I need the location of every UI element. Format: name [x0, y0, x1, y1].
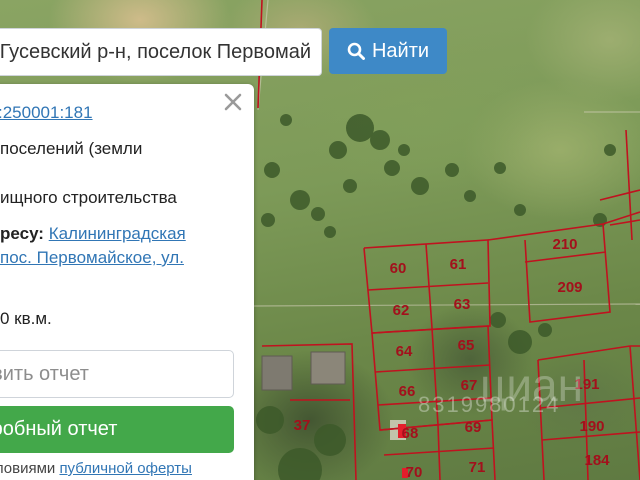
address-line-1: ресу: Калининградская	[0, 223, 186, 245]
plot-number-209: 209	[557, 279, 582, 296]
detailed-report-button[interactable]: дробный отчет	[0, 406, 234, 453]
report-email-input[interactable]: авить отчет	[0, 350, 234, 398]
close-icon[interactable]	[222, 91, 244, 113]
plot-number-68: 68	[402, 425, 419, 442]
plot-number-66: 66	[399, 383, 416, 400]
cadastral-number-line: :250001:181	[0, 102, 93, 124]
public-offer-link[interactable]: публичной оферты	[59, 460, 192, 477]
plot-number-65: 65	[458, 337, 475, 354]
plot-number-64: 64	[396, 343, 413, 360]
search-input[interactable]: Гусевский р-н, поселок Первомай	[0, 28, 322, 76]
plot-number-37: 37	[294, 417, 311, 434]
plot-number-190: 190	[579, 418, 604, 435]
plot-number-61: 61	[450, 256, 467, 273]
watermark-phone: 8319980124	[418, 392, 561, 417]
plot-number-71: 71	[469, 459, 486, 476]
plot-number-184: 184	[584, 452, 610, 469]
terms-prefix: условиями	[0, 460, 56, 477]
address-link-continued[interactable]: пос. Первомайское, ул.	[0, 248, 184, 267]
plot-number-62: 62	[393, 302, 410, 319]
search-icon	[347, 42, 365, 60]
address-label: ресу:	[0, 224, 44, 243]
address-line-2: пос. Первомайское, ул.	[0, 247, 184, 269]
plot-number-69: 69	[465, 419, 482, 436]
plot-number-210: 210	[552, 236, 577, 253]
area-text: 0 кв.м.	[0, 309, 52, 328]
search-button-label: Найти	[371, 39, 430, 62]
map-page: 60 61 62 63 64 65 66 67 68 69 70 71 37 210 209 191 190 18…	[0, 0, 640, 480]
permitted-use-text: ищного строительства	[0, 188, 177, 207]
terms-line: условиями публичной оферты	[0, 460, 192, 477]
parcel-info-panel: :250001:181 поселений (земли ищного стро…	[0, 84, 254, 480]
plot-number-63: 63	[454, 296, 471, 313]
search-button[interactable]: Найти	[329, 28, 447, 74]
cadastral-number-link[interactable]: :250001:181	[0, 103, 93, 122]
land-category-text: поселений (земли	[0, 139, 143, 158]
plot-number-60: 60	[390, 260, 407, 277]
address-link[interactable]: Калининградская	[49, 224, 186, 243]
plot-number-70: 70	[406, 464, 423, 480]
